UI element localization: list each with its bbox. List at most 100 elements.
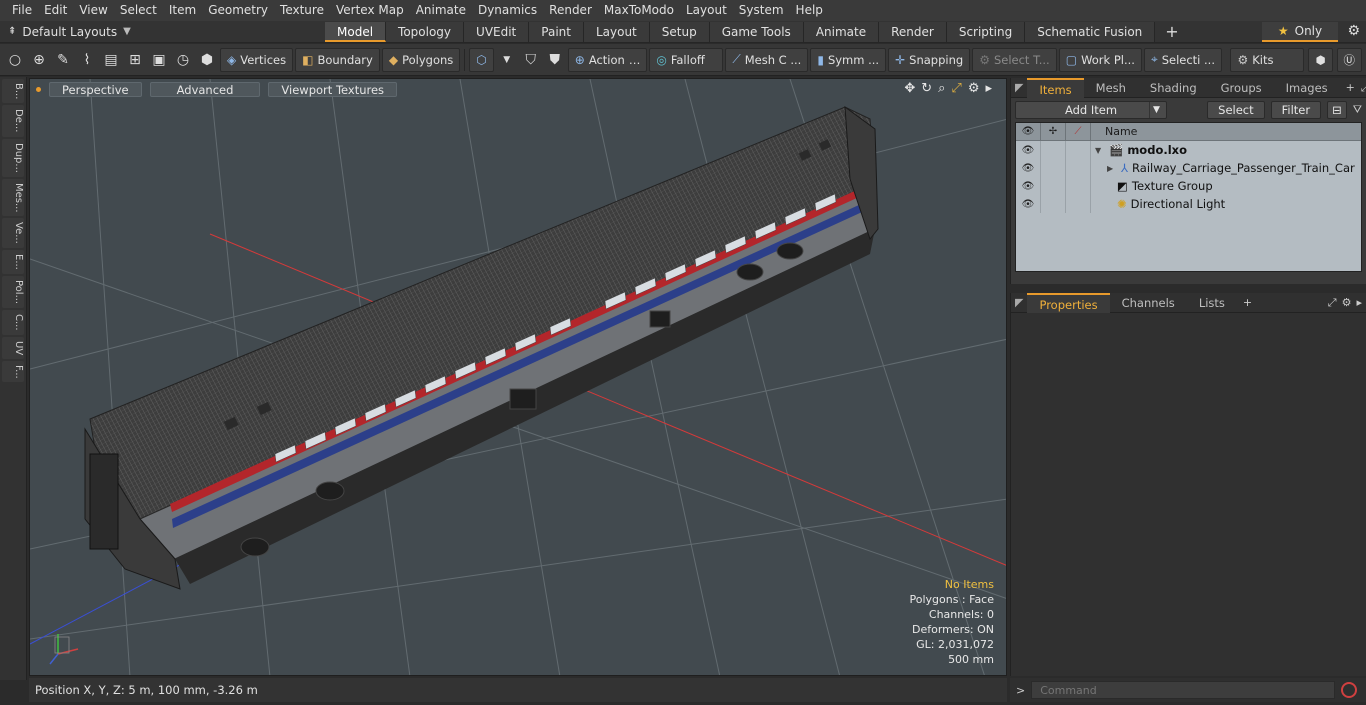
funnel-filter-icon[interactable]: ⛛ — [1353, 103, 1362, 117]
tab-layout[interactable]: Layout — [583, 21, 650, 42]
left-tab-uv[interactable]: UV — [2, 336, 24, 359]
tab-game-tools[interactable]: Game Tools — [709, 21, 804, 42]
perspective-button[interactable]: Perspective — [49, 81, 142, 97]
snapping-button[interactable]: ✛ Snapping — [888, 47, 971, 72]
render-column-icon[interactable]: ⟋ — [1066, 122, 1091, 141]
move-view-icon[interactable]: ✥ — [904, 81, 915, 96]
left-tab-deform[interactable]: De... — [2, 105, 24, 137]
expand-panel-icon[interactable]: ⤢ — [1361, 81, 1366, 95]
tab-setup[interactable]: Setup — [649, 21, 710, 42]
left-tab-edge[interactable]: E... — [2, 250, 24, 274]
globe-icon[interactable]: ⊕ — [28, 48, 50, 72]
pen-icon[interactable]: ✎ — [52, 48, 74, 72]
vertices-button[interactable]: ◈ Vertices — [220, 47, 294, 72]
expand-triangle-icon[interactable]: ▼ — [1095, 146, 1105, 155]
expand-panel-icon[interactable]: ⤢ — [1328, 296, 1337, 310]
collapse-icon[interactable]: ⊟ — [1327, 101, 1347, 119]
tab-items[interactable]: Items — [1027, 77, 1084, 98]
unreal-button[interactable]: Ⓤ — [1336, 48, 1362, 72]
tab-animate[interactable]: Animate — [803, 21, 880, 42]
unity-button[interactable]: ⬢ — [1308, 48, 1333, 72]
tab-lists[interactable]: Lists — [1187, 293, 1237, 313]
left-tab-fusion[interactable]: F... — [2, 360, 24, 383]
eye-icon[interactable]: 👁 — [1016, 141, 1041, 159]
menu-file[interactable]: File — [6, 0, 38, 21]
material-mode-button[interactable]: ⬡ — [469, 47, 494, 72]
panel-menu-icon[interactable]: ◤ — [1011, 81, 1027, 94]
add-panel-tab-icon[interactable]: + — [1237, 296, 1258, 309]
dropdown-chevron-icon[interactable]: ▼ — [496, 48, 518, 72]
zoom-view-icon[interactable]: ⌕ — [938, 81, 945, 96]
list-item[interactable]: 👁 ▼ 🎬 modo.lxo — [1016, 141, 1361, 159]
menu-view[interactable]: View — [73, 0, 113, 21]
menu-animate[interactable]: Animate — [410, 0, 472, 21]
left-tab-duplicate[interactable]: Dup... — [2, 138, 24, 177]
menu-layout[interactable]: Layout — [680, 0, 733, 21]
only-toggle[interactable]: ★ Only — [1262, 22, 1338, 42]
menu-edit[interactable]: Edit — [38, 0, 73, 21]
advanced-button[interactable]: Advanced — [149, 81, 261, 97]
menu-item[interactable]: Item — [163, 0, 202, 21]
viewport-textures-button[interactable]: Viewport Textures — [268, 81, 398, 97]
rotate-icon[interactable]: ◷ — [172, 48, 194, 72]
tab-properties[interactable]: Properties — [1027, 292, 1110, 313]
name-column-header[interactable]: Name — [1091, 125, 1137, 138]
list-item[interactable]: 👁 ◩ Texture Group — [1016, 177, 1361, 195]
tab-render[interactable]: Render — [879, 21, 947, 42]
add-item-dropdown-icon[interactable]: ▼ — [1149, 102, 1163, 118]
eye-icon[interactable]: 👁 — [1016, 177, 1041, 195]
panel-menu-icon[interactable]: ◤ — [1011, 296, 1027, 309]
tab-schematic-fusion[interactable]: Schematic Fusion — [1025, 21, 1156, 42]
eye-icon[interactable]: 👁 — [1016, 195, 1041, 213]
menu-vertex-map[interactable]: Vertex Map — [330, 0, 410, 21]
expand-arrow-icon[interactable]: ▸ — [985, 81, 992, 96]
command-input[interactable] — [1031, 681, 1336, 699]
brush-icon[interactable]: ⌇ — [76, 48, 98, 72]
frame-icon[interactable]: ▣ — [148, 48, 170, 72]
3d-viewport[interactable]: Perspective Advanced Viewport Textures ✥… — [29, 78, 1007, 676]
tab-mesh-ops[interactable]: Mesh ... — [1084, 78, 1138, 115]
viewport-menu-dot-icon[interactable] — [36, 86, 41, 92]
menu-select[interactable]: Select — [114, 0, 163, 21]
tab-shading[interactable]: Shading — [1138, 78, 1209, 98]
menu-geometry[interactable]: Geometry — [202, 0, 274, 21]
panel-gear-icon[interactable]: ⚙ — [1342, 296, 1352, 310]
polygons-button[interactable]: ◆ Polygons — [381, 47, 461, 72]
shield-check-icon[interactable]: ⛊ — [544, 48, 566, 72]
panel-arrow-icon[interactable]: ▸ — [1356, 296, 1362, 310]
boundary-button[interactable]: ◧ Boundary — [295, 47, 380, 72]
add-item-button[interactable]: Add Item ▼ — [1015, 101, 1167, 119]
left-tab-vertex[interactable]: Ve... — [2, 218, 24, 249]
list-item[interactable]: 👁 ✺ Directional Light — [1016, 195, 1361, 213]
left-tab-curve[interactable]: C... — [2, 309, 24, 335]
menu-render[interactable]: Render — [543, 0, 598, 21]
tab-paint[interactable]: Paint — [529, 21, 584, 42]
menu-help[interactable]: Help — [790, 0, 829, 21]
rotate-view-icon[interactable]: ↻ — [921, 81, 932, 96]
fit-view-icon[interactable]: ⤢ — [951, 81, 961, 96]
work-plane-button[interactable]: ▢ Work Pl... — [1058, 47, 1142, 72]
tab-uvedit[interactable]: UVEdit — [464, 21, 530, 42]
falloff-button[interactable]: ◎ Falloff — [649, 47, 724, 72]
select-button[interactable]: Select — [1207, 101, 1265, 119]
symmetry-shield-icon[interactable]: ⛉ — [520, 48, 542, 72]
left-tab-polygon[interactable]: Pol... — [2, 275, 24, 308]
gear-icon[interactable]: ⚙ — [1347, 23, 1360, 39]
tab-scripting[interactable]: Scripting — [946, 21, 1026, 42]
circle-select-icon[interactable]: ○ — [4, 48, 26, 72]
left-tab-basic[interactable]: B... — [2, 79, 24, 104]
menu-maxtomodo[interactable]: MaxToModo — [598, 0, 680, 21]
kits-button[interactable]: ⚙ Kits — [1230, 48, 1305, 72]
tab-topology[interactable]: Topology — [386, 21, 465, 42]
center-icon[interactable]: ⊞ — [124, 48, 146, 72]
item-mode-icon[interactable]: ⬢ — [196, 48, 218, 72]
tab-images[interactable]: Images — [1274, 78, 1340, 98]
menu-texture[interactable]: Texture — [274, 0, 330, 21]
list-item[interactable]: 👁 ▶ ⅄ Railway_Carriage_Passenger_Train_Car — [1016, 159, 1361, 177]
viewport-settings-gear-icon[interactable]: ⚙ — [968, 81, 980, 96]
selection-sets-button[interactable]: ⌖ Selecti ... — [1143, 47, 1222, 72]
tab-model[interactable]: Model — [325, 21, 387, 42]
symmetry-button[interactable]: ▮ Symm ... — [810, 47, 887, 72]
menu-system[interactable]: System — [733, 0, 790, 21]
left-tab-mesh-edit[interactable]: Mes... — [2, 178, 24, 217]
